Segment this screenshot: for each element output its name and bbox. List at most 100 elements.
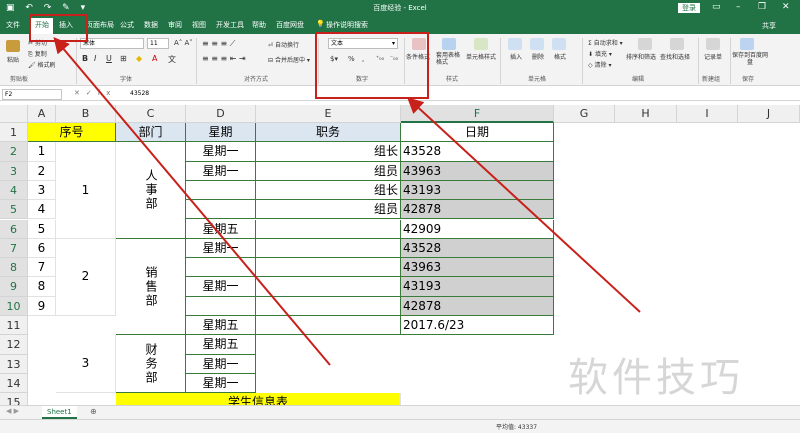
sort-filter-icon[interactable] (638, 38, 652, 50)
clear-button[interactable]: ◇ 清除 ▾ (588, 60, 611, 69)
phonetic-button[interactable]: 文 (168, 54, 176, 65)
conditional-format-button[interactable]: 条件格式 (406, 52, 430, 61)
format-painter-button[interactable]: 🖌 格式刷 (28, 60, 56, 69)
column-header-i[interactable]: I (677, 105, 738, 123)
cell-d9[interactable]: 星期一 (186, 277, 256, 297)
bold-button[interactable]: B (82, 54, 88, 63)
row-header-2[interactable]: 2 (0, 142, 28, 162)
cell-e4[interactable]: 组长 (256, 180, 401, 201)
row-header-8[interactable]: 8 (0, 258, 28, 278)
currency-icon[interactable]: $▾ (330, 55, 338, 63)
column-header-e[interactable]: E (256, 105, 401, 123)
column-header-b[interactable]: B (56, 105, 116, 123)
column-header-j[interactable]: J (738, 105, 800, 123)
decrease-decimal-icon[interactable]: ⁻₀₀ (390, 55, 398, 62)
record-form-button[interactable]: 记录单 (704, 52, 722, 61)
row-header-11[interactable]: 11 (0, 316, 28, 336)
header-dept[interactable]: 部门 (116, 123, 186, 143)
sheet-tab-sheet1[interactable]: Sheet1 (42, 406, 77, 419)
row-header-7[interactable]: 7 (0, 238, 28, 259)
restore-icon[interactable]: ❐ (758, 2, 766, 12)
cell-a2[interactable]: 1 (28, 142, 56, 162)
tab-review[interactable]: 审阅 (168, 20, 182, 30)
formula-bar-icons[interactable]: ✕✓fx (74, 89, 116, 97)
cell-f11[interactable]: 2017.6/23 (401, 316, 554, 336)
close-icon[interactable]: ✕ (782, 2, 790, 12)
cell-b-group3[interactable]: 3 (56, 335, 116, 394)
save-netdisk-button[interactable]: 保存到百度网盘 (732, 52, 768, 66)
cell-f6[interactable]: 42909 (401, 219, 554, 239)
format-cells-button[interactable]: 格式 (554, 52, 566, 61)
cell-d2[interactable]: 星期一 (186, 142, 256, 162)
paste-button[interactable]: 粘贴 (7, 55, 19, 64)
formula-input[interactable]: 43528 (130, 90, 149, 97)
cell-f2[interactable]: 43528 (401, 142, 554, 162)
tab-help[interactable]: 帮助 (252, 20, 266, 30)
wrap-text-button[interactable]: ⏎ 自动换行 (268, 40, 299, 49)
row-header-9[interactable]: 9 (0, 277, 28, 297)
cell-a8[interactable]: 7 (28, 258, 56, 278)
tab-home[interactable]: 开始 (31, 18, 53, 34)
autosum-button[interactable]: Σ 自动求和 ▾ (588, 38, 623, 47)
cell-a3[interactable]: 2 (28, 161, 56, 181)
cell-a4[interactable]: 3 (28, 180, 56, 201)
header-week[interactable]: 星期 (186, 123, 256, 143)
record-form-icon[interactable] (706, 38, 720, 50)
cell-e6[interactable] (256, 219, 401, 239)
borders-icon[interactable]: ⊞ (120, 54, 127, 63)
delete-cells-icon[interactable] (530, 38, 544, 50)
cell-d13[interactable]: 星期一 (186, 354, 256, 374)
italic-button[interactable]: I (94, 54, 96, 63)
cell-styles-icon[interactable] (474, 38, 488, 50)
comma-icon[interactable]: , (362, 55, 364, 63)
header-seq[interactable]: 序号 (28, 123, 116, 143)
column-header-h[interactable]: H (615, 105, 677, 123)
cell-f10[interactable]: 42878 (401, 296, 554, 316)
column-header-d[interactable]: D (186, 105, 256, 123)
tab-view[interactable]: 视图 (192, 20, 206, 30)
sort-filter-button[interactable]: 排序和筛选 (626, 52, 656, 61)
font-size-select[interactable]: 11 (147, 38, 169, 49)
tab-formulas[interactable]: 公式 (120, 20, 134, 30)
find-select-button[interactable]: 查找和选择 (660, 52, 690, 61)
cell-e3[interactable]: 组员 (256, 161, 401, 181)
align-left-icons[interactable]: ≡ ≡ ≡ ⇤ ⇥ (202, 54, 246, 63)
column-header-f[interactable]: F (401, 105, 554, 123)
cell-f9[interactable]: 43193 (401, 277, 554, 297)
cell-d8[interactable] (186, 258, 256, 278)
cell-a5[interactable]: 4 (28, 200, 56, 220)
cut-button[interactable]: ✂ 剪切 (28, 38, 47, 47)
add-sheet-button[interactable]: ⊕ (90, 407, 97, 416)
header-date[interactable]: 日期 (401, 123, 554, 143)
cell-d10[interactable] (186, 296, 256, 316)
row-header-1[interactable]: 1 (0, 123, 28, 143)
tab-page-layout[interactable]: 页面布局 (86, 20, 114, 30)
cell-f8[interactable]: 43963 (401, 258, 554, 278)
insert-cells-button[interactable]: 插入 (510, 52, 522, 61)
format-as-table-icon[interactable] (442, 38, 456, 50)
name-box[interactable]: F2 (2, 89, 62, 100)
cell-d3[interactable]: 星期一 (186, 161, 256, 181)
conditional-format-icon[interactable] (412, 38, 426, 50)
format-as-table-button[interactable]: 套用表格格式 (436, 52, 462, 66)
increase-decimal-icon[interactable]: ⁺₀₀ (376, 55, 384, 62)
cell-e5[interactable]: 组员 (256, 200, 401, 220)
paste-icon[interactable] (6, 40, 20, 52)
percent-button[interactable]: % (348, 55, 355, 63)
format-cells-icon[interactable] (552, 38, 566, 50)
font-grow-shrink-icon[interactable]: A˄ A˅ (174, 39, 193, 47)
cell-b-group2[interactable]: 2 (56, 238, 116, 316)
tab-baidu-netdisk[interactable]: 百度网盘 (276, 20, 304, 30)
ribbon-options-icon[interactable]: ▭ (712, 2, 721, 12)
tab-file[interactable]: 文件 (6, 20, 20, 30)
column-header-g[interactable]: G (554, 105, 615, 123)
tell-me-search[interactable]: 操作说明搜索 (326, 20, 368, 30)
select-all-corner[interactable] (0, 105, 28, 123)
cell-d4[interactable] (186, 180, 256, 201)
delete-cells-button[interactable]: 删除 (532, 52, 544, 61)
cell-d7[interactable]: 星期一 (186, 238, 256, 259)
cell-d6[interactable]: 星期五 (186, 219, 256, 239)
find-select-icon[interactable] (670, 38, 684, 50)
cell-d14[interactable]: 星期一 (186, 373, 256, 394)
row-header-13[interactable]: 13 (0, 354, 28, 374)
